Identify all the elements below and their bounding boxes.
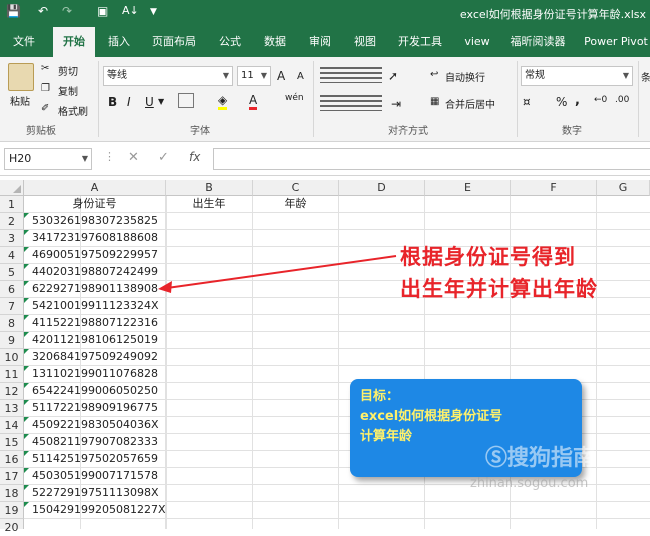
annotation-text: 根据身份证号得到: [400, 245, 576, 269]
watermark-url: zhinan.sogou.com: [470, 476, 589, 491]
goal-line: excel如何根据身份证号: [360, 409, 503, 424]
goal-title: 目标：: [360, 389, 400, 404]
watermark-logo: Ⓢ搜狗指南: [485, 446, 596, 471]
annotation-text: 出生年并计算出年龄: [400, 277, 598, 301]
